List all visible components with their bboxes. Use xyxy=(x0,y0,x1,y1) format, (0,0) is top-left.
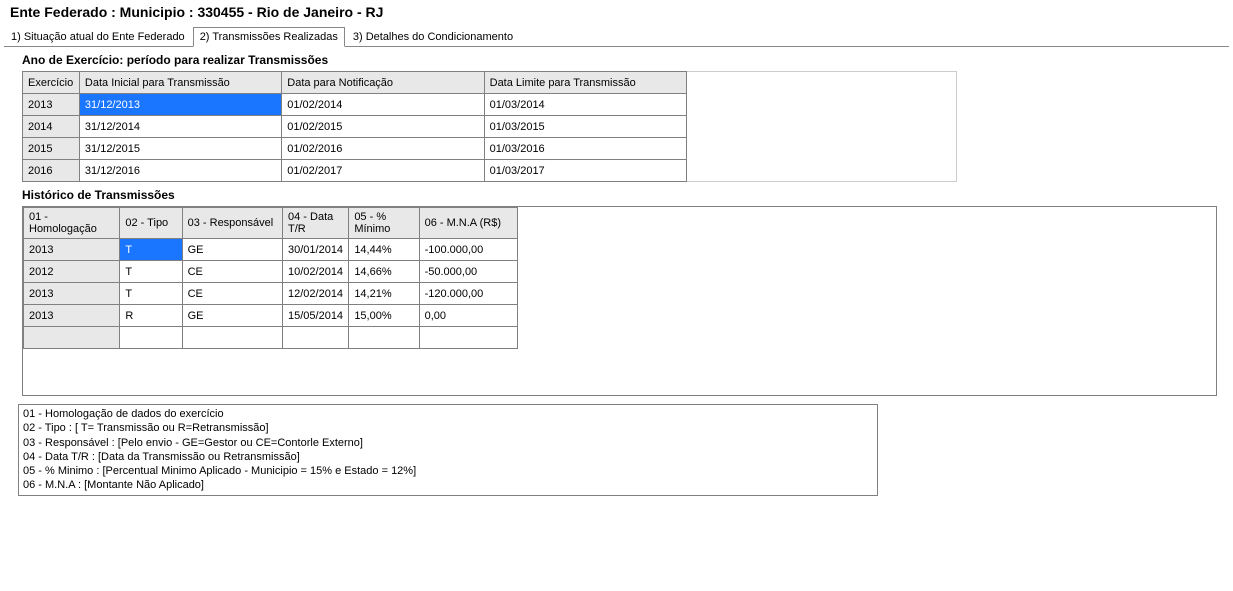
table-row[interactable]: 2013 R GE 15/05/2014 15,00% 0,00 xyxy=(24,305,518,327)
cell-responsavel: GE xyxy=(182,305,282,327)
cell-data-notificacao: 01/02/2014 xyxy=(282,94,484,116)
cell-data-tr: 30/01/2014 xyxy=(283,239,349,261)
tabs: 1) Situação atual do Ente Federado 2) Tr… xyxy=(4,26,1229,47)
cell-pct-minimo: 14,66% xyxy=(349,261,419,283)
table-historico-container: 01 - Homologação 02 - Tipo 03 - Responsá… xyxy=(22,206,1217,396)
table-row[interactable]: 2016 31/12/2016 01/02/2017 01/03/2017 xyxy=(23,160,687,182)
cell-tipo: T xyxy=(120,239,182,261)
legend-line: 06 - M.N.A : [Montante Não Aplicado] xyxy=(23,478,873,492)
cell-data-inicial: 31/12/2013 xyxy=(79,94,281,116)
cell-pct-minimo: 14,44% xyxy=(349,239,419,261)
table-row[interactable]: 2013 T CE 12/02/2014 14,21% -120.000,00 xyxy=(24,283,518,305)
tab-transmissoes-realizadas[interactable]: 2) Transmissões Realizadas xyxy=(193,27,345,47)
col-data-limite: Data Limite para Transmissão xyxy=(484,72,686,94)
cell-pct-minimo: 14,21% xyxy=(349,283,419,305)
table-exercicio[interactable]: Exercício Data Inicial para Transmissão … xyxy=(22,71,687,182)
legend-line: 05 - % Minimo : [Percentual Minimo Aplic… xyxy=(23,464,873,478)
cell-data-notificacao: 01/02/2015 xyxy=(282,116,484,138)
cell-responsavel: CE xyxy=(182,261,282,283)
table-header-row: 01 - Homologação 02 - Tipo 03 - Responsá… xyxy=(24,208,518,239)
table-row[interactable] xyxy=(24,327,518,349)
col-homologacao: 01 - Homologação xyxy=(24,208,120,239)
cell-mna: -120.000,00 xyxy=(419,283,517,305)
cell-data-notificacao: 01/02/2017 xyxy=(282,160,484,182)
page-title: Ente Federado : Municipio : 330455 - Rio… xyxy=(4,4,1229,20)
col-pct-minimo: 05 - % Mínimo xyxy=(349,208,419,239)
table-historico[interactable]: 01 - Homologação 02 - Tipo 03 - Responsá… xyxy=(23,207,518,349)
section-title-historico: Histórico de Transmissões xyxy=(22,188,1229,202)
col-data-tr: 04 - Data T/R xyxy=(283,208,349,239)
legend-line: 04 - Data T/R : [Data da Transmissão ou … xyxy=(23,450,873,464)
legend-box: 01 - Homologação de dados do exercício 0… xyxy=(18,404,878,496)
cell-exercicio: 2013 xyxy=(23,94,80,116)
tab-situacao-atual[interactable]: 1) Situação atual do Ente Federado xyxy=(4,27,192,46)
table-row[interactable]: 2015 31/12/2015 01/02/2016 01/03/2016 xyxy=(23,138,687,160)
col-exercicio: Exercício xyxy=(23,72,80,94)
cell-tipo xyxy=(120,327,182,349)
cell-responsavel: GE xyxy=(182,239,282,261)
cell-exercicio: 2014 xyxy=(23,116,80,138)
cell-data-limite: 01/03/2017 xyxy=(484,160,686,182)
cell-homologacao: 2013 xyxy=(24,239,120,261)
cell-responsavel: CE xyxy=(182,283,282,305)
cell-pct-minimo: 15,00% xyxy=(349,305,419,327)
legend-line: 03 - Responsável : [Pelo envio - GE=Gest… xyxy=(23,436,873,450)
cell-data-notificacao: 01/02/2016 xyxy=(282,138,484,160)
cell-data-limite: 01/03/2014 xyxy=(484,94,686,116)
cell-data-limite: 01/03/2015 xyxy=(484,116,686,138)
cell-data-tr: 15/05/2014 xyxy=(283,305,349,327)
col-tipo: 02 - Tipo xyxy=(120,208,182,239)
cell-data-inicial: 31/12/2016 xyxy=(79,160,281,182)
cell-data-tr: 10/02/2014 xyxy=(283,261,349,283)
cell-tipo: R xyxy=(120,305,182,327)
cell-data-tr: 12/02/2014 xyxy=(283,283,349,305)
cell-mna: -100.000,00 xyxy=(419,239,517,261)
cell-responsavel xyxy=(182,327,282,349)
cell-mna xyxy=(419,327,517,349)
legend-line: 02 - Tipo : [ T= Transmissão ou R=Retran… xyxy=(23,421,873,435)
cell-data-inicial: 31/12/2014 xyxy=(79,116,281,138)
cell-homologacao: 2013 xyxy=(24,305,120,327)
col-responsavel: 03 - Responsável xyxy=(182,208,282,239)
cell-mna: -50.000,00 xyxy=(419,261,517,283)
table-header-row: Exercício Data Inicial para Transmissão … xyxy=(23,72,687,94)
cell-exercicio: 2015 xyxy=(23,138,80,160)
table-row[interactable]: 2014 31/12/2014 01/02/2015 01/03/2015 xyxy=(23,116,687,138)
cell-tipo: T xyxy=(120,283,182,305)
col-data-inicial: Data Inicial para Transmissão xyxy=(79,72,281,94)
blank-panel xyxy=(687,71,957,182)
tab-detalhes-condicionamento[interactable]: 3) Detalhes do Condicionamento xyxy=(346,27,520,46)
cell-homologacao: 2012 xyxy=(24,261,120,283)
cell-exercicio: 2016 xyxy=(23,160,80,182)
cell-data-limite: 01/03/2016 xyxy=(484,138,686,160)
section-title-exercicio: Ano de Exercício: período para realizar … xyxy=(22,53,1229,67)
table-row[interactable]: 2013 T GE 30/01/2014 14,44% -100.000,00 xyxy=(24,239,518,261)
legend-line: 01 - Homologação de dados do exercício xyxy=(23,407,873,421)
col-data-notificacao: Data para Notificação xyxy=(282,72,484,94)
cell-tipo: T xyxy=(120,261,182,283)
col-mna: 06 - M.N.A (R$) xyxy=(419,208,517,239)
cell-data-tr xyxy=(283,327,349,349)
cell-mna: 0,00 xyxy=(419,305,517,327)
cell-data-inicial: 31/12/2015 xyxy=(79,138,281,160)
table-row[interactable]: 2013 31/12/2013 01/02/2014 01/03/2014 xyxy=(23,94,687,116)
cell-pct-minimo xyxy=(349,327,419,349)
table-row[interactable]: 2012 T CE 10/02/2014 14,66% -50.000,00 xyxy=(24,261,518,283)
cell-homologacao: 2013 xyxy=(24,283,120,305)
cell-homologacao xyxy=(24,327,120,349)
